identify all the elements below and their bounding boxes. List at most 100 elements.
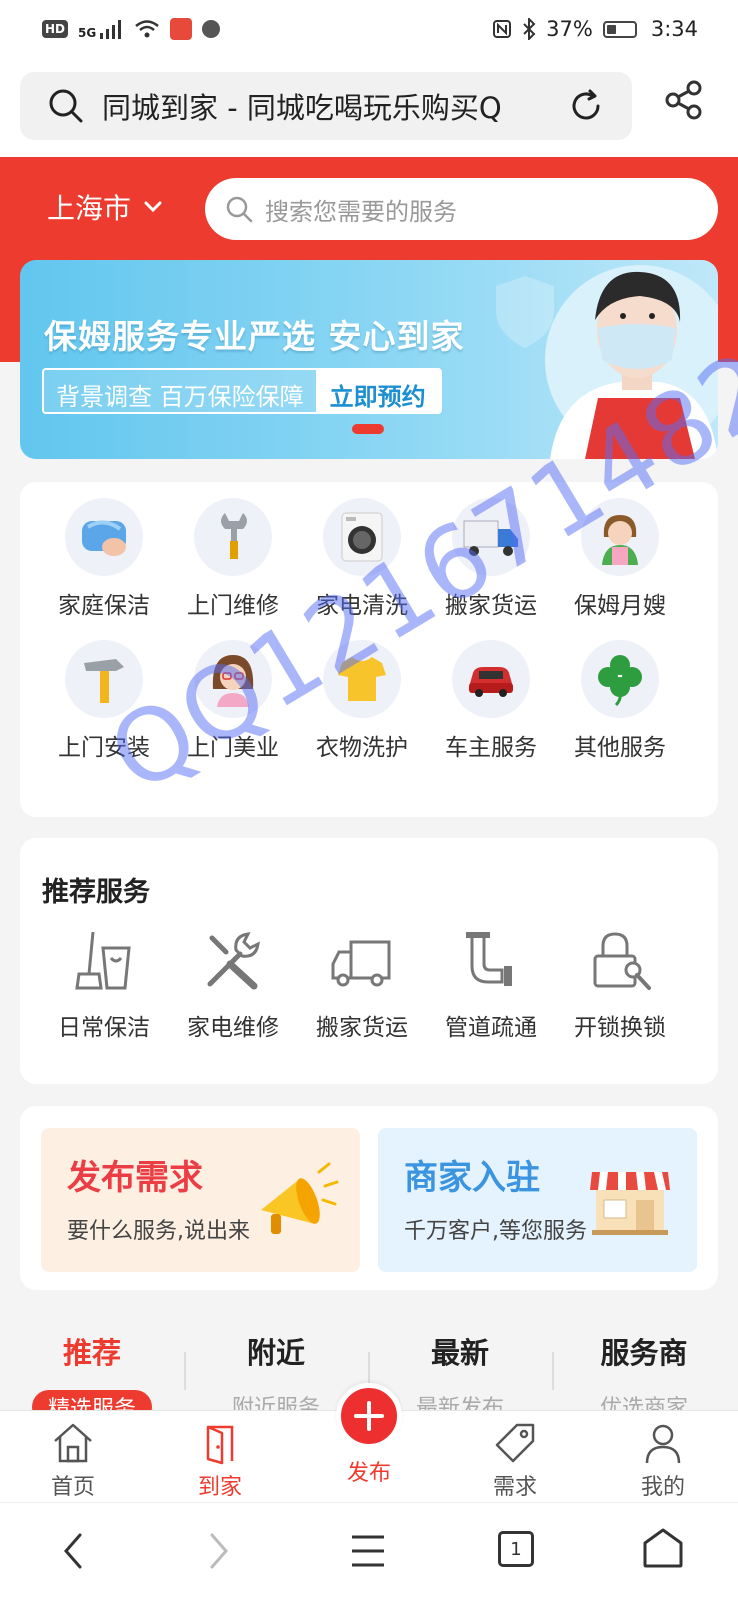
category-label: 衣物洗护 [316,735,408,761]
tabs-button[interactable]: 1 [498,1531,534,1567]
bluetooth-icon [523,18,536,40]
reload-icon[interactable] [568,88,604,124]
nav-to-home[interactable]: 到家 [160,1421,280,1501]
recommended-services: 推荐服务 日常保洁 家电维修 搬家货运 管道疏通 开锁换锁 [20,838,718,1084]
rec-label: 开锁换锁 [574,1015,666,1041]
category-car-service[interactable]: 车主服务 [426,640,556,762]
share-icon[interactable] [664,80,704,120]
service-search-input[interactable]: 搜索您需要的服务 [205,178,718,240]
merchant-join-card[interactable]: 商家入驻 千万客户,等您服务 [378,1128,697,1272]
promo-banner[interactable]: 保姆服务专业严选 安心到家 背景调查 百万保险保障 立即预约 [20,260,718,459]
category-label: 上门美业 [187,735,279,761]
voice-notification-icon [202,20,221,38]
signal-icon [100,20,122,39]
nav-demand[interactable]: 需求 [455,1421,575,1501]
banner-title: 保姆服务专业严选 安心到家 [44,317,465,356]
category-beauty[interactable]: 上门美业 [168,640,298,762]
tab-title: 服务商 [600,1336,688,1370]
carousel-indicator [352,424,384,434]
browser-bottom-bar: 1 [0,1502,738,1600]
nav-home[interactable]: 首页 [13,1421,133,1501]
broom-bucket-icon [75,931,131,990]
page-title: 同城到家 - 同城吃喝玩乐购买Q [102,91,502,125]
beauty-girl-icon [194,640,272,718]
category-label: 家庭保洁 [58,593,150,619]
door-icon [206,1425,234,1465]
promo-cards: 发布需求 要什么服务,说出来 商家入驻 千万客户,等您服务 [20,1106,718,1290]
hammer-icon [65,640,143,718]
banner-subtitle: 背景调查 百万保险保障 [44,370,316,412]
tab-providers[interactable]: 服务商 优选商家 [552,1330,736,1422]
nav-mine[interactable]: 我的 [603,1421,723,1501]
rec-locksmith[interactable]: 开锁换锁 [555,928,685,1042]
tools-icon [207,932,260,990]
category-laundry[interactable]: 衣物洗护 [297,640,427,762]
nav-label: 需求 [492,1475,537,1500]
publish-title: 发布需求 [67,1158,203,1198]
publish-subtitle: 要什么服务,说出来 [67,1219,250,1244]
rec-appliance-repair[interactable]: 家电维修 [168,928,298,1042]
forward-icon[interactable] [204,1529,234,1573]
category-home-cleaning[interactable]: 家庭保洁 [39,498,169,620]
category-label: 上门安装 [58,735,150,761]
category-nanny[interactable]: 保姆月嫂 [555,498,685,620]
tshirt-icon [323,640,401,718]
clock: 3:34 [650,17,698,41]
rec-label: 家电维修 [187,1015,279,1041]
van-icon [331,940,391,987]
category-appliance-cleaning[interactable]: 家电清洗 [297,498,427,620]
tab-count: 1 [510,1538,522,1560]
battery-icon [602,20,637,38]
back-icon[interactable] [58,1529,88,1573]
rec-label: 日常保洁 [58,1015,150,1041]
app-notification-icon [170,18,193,40]
category-grid: 家庭保洁 上门维修 家电清洗 搬家货运 保姆月嫂 上门安装 上门美业 衣物洗护 … [20,482,718,817]
publish-button[interactable] [336,1383,402,1449]
publish-demand-card[interactable]: 发布需求 要什么服务,说出来 [41,1128,360,1272]
wrench-icon [194,498,272,576]
nanny-illustration [545,265,718,459]
nfc-icon [493,20,512,38]
network-label: 5G [78,26,97,40]
category-label: 车主服务 [445,735,537,761]
cleaning-cloth-icon [65,498,143,576]
section-title: 推荐服务 [42,877,150,908]
tab-title: 最新 [430,1336,489,1370]
book-now-button[interactable]: 立即预约 [315,370,440,412]
wifi-icon [135,20,160,38]
home-icon [54,1423,92,1463]
category-other[interactable]: 其他服务 [555,640,685,762]
rec-pipe-unclog[interactable]: 管道疏通 [426,928,556,1042]
nav-label: 首页 [50,1475,95,1500]
user-icon [645,1424,681,1464]
pipe-icon [466,932,512,986]
tab-title: 附近 [246,1336,305,1370]
rec-daily-cleaning[interactable]: 日常保洁 [39,928,169,1042]
category-repair[interactable]: 上门维修 [168,498,298,620]
search-icon [226,196,253,223]
category-label: 保姆月嫂 [574,593,666,619]
truck-icon [452,498,530,576]
city-selector[interactable]: 上海市 [47,187,163,227]
category-label: 其他服务 [574,735,666,761]
publish-label[interactable]: 发布 [320,1455,418,1487]
nav-label: 我的 [640,1475,685,1500]
merchant-subtitle: 千万客户,等您服务 [404,1219,587,1244]
tag-icon [495,1423,535,1463]
nanny-icon [581,498,659,576]
lock-key-icon [593,932,651,990]
category-moving[interactable]: 搬家货运 [426,498,556,620]
search-icon [49,89,83,123]
clover-icon [581,640,659,718]
status-bar: HD 5G 37% 3:34 [0,0,738,58]
home-page-icon[interactable] [642,1527,684,1569]
category-label: 家电清洗 [316,593,408,619]
tab-title: 推荐 [62,1336,121,1370]
menu-icon[interactable] [350,1533,386,1569]
rec-moving[interactable]: 搬家货运 [297,928,427,1042]
rec-label: 管道疏通 [445,1015,537,1041]
address-bar[interactable]: 同城到家 - 同城吃喝玩乐购买Q [20,72,632,140]
category-installation[interactable]: 上门安装 [39,640,169,762]
category-label: 上门维修 [187,593,279,619]
bottom-navigation: 首页 到家 发布 需求 我的 [0,1383,738,1502]
